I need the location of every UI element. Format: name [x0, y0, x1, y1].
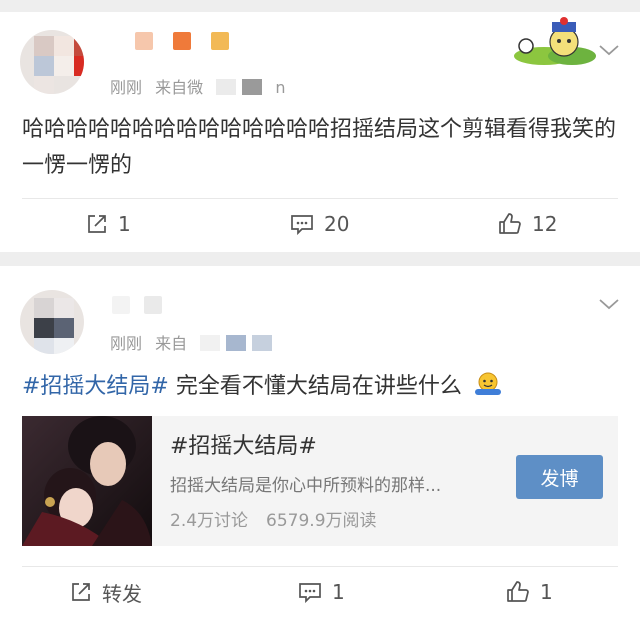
divider [22, 566, 618, 567]
share-description: 招摇大结局是你心中所预料的那样... [170, 476, 442, 496]
repost-label: 转发 [102, 581, 142, 606]
repost-count: 1 [118, 212, 131, 236]
post-text: #招摇大结局# 完全看不懂大结局在讲些什么 [22, 369, 622, 405]
like-count: 12 [532, 212, 558, 236]
comment-button[interactable]: 20 [290, 209, 349, 239]
divider [22, 198, 618, 199]
username[interactable] [112, 296, 182, 316]
like-button[interactable]: 12 [498, 209, 557, 239]
like-button[interactable]: 1 [506, 577, 553, 607]
post-meta: 刚刚 来自微 n [110, 78, 286, 97]
topic-image [22, 416, 152, 546]
emoji-icon [474, 372, 501, 395]
like-count: 1 [540, 580, 553, 604]
username[interactable] [135, 32, 249, 52]
post-text: 哈哈哈哈哈哈哈哈哈哈哈哈哈哈招摇结局这个剪辑看得我笑的一愣一愣的 [22, 117, 617, 178]
post-card-2: 刚刚 来自 #招摇大结局# 完全看不懂大结局在讲些什么 #招摇大结局# 招摇大结… [0, 266, 640, 628]
avatar[interactable] [20, 290, 84, 354]
post-card-1: 刚刚 来自微 n 哈哈哈哈哈哈哈哈哈哈哈哈哈哈招摇结局这个剪辑看得我笑的一愣一愣… [0, 12, 640, 252]
post-source: 来自微 [155, 78, 204, 97]
topic-share-card[interactable]: #招摇大结局# 招摇大结局是你心中所预料的那样... 2.4万讨论 6579.9万… [22, 416, 618, 546]
topic-link[interactable]: #招摇大结局# [22, 374, 169, 399]
repost-button[interactable]: 转发 [70, 577, 142, 607]
comment-count: 20 [324, 212, 350, 236]
comment-icon [299, 583, 321, 603]
like-icon [499, 213, 521, 234]
like-icon [507, 581, 529, 602]
post-source: 来自 [155, 334, 188, 353]
post-button[interactable]: 发博 [516, 455, 603, 499]
chevron-down-icon[interactable] [598, 42, 620, 58]
comment-icon [291, 215, 313, 235]
share-title: #招摇大结局# [170, 434, 317, 459]
post-time: 刚刚 [110, 78, 143, 97]
topic-thumbnail [22, 416, 152, 546]
repost-button[interactable]: 1 [86, 209, 131, 239]
post-meta: 刚刚 来自 [110, 330, 273, 354]
sticker-icon [514, 17, 596, 65]
read-count: 6579.9万阅读 [266, 511, 377, 531]
discussion-count: 2.4万讨论 [170, 511, 249, 531]
repost-icon [72, 583, 90, 601]
comment-button[interactable]: 1 [298, 577, 345, 607]
chevron-down-icon[interactable] [598, 296, 620, 312]
comment-count: 1 [332, 580, 345, 604]
post-time: 刚刚 [110, 334, 143, 353]
repost-icon [88, 215, 106, 233]
share-stats: 2.4万讨论 6579.9万阅读 [170, 506, 377, 531]
avatar[interactable] [20, 30, 84, 94]
